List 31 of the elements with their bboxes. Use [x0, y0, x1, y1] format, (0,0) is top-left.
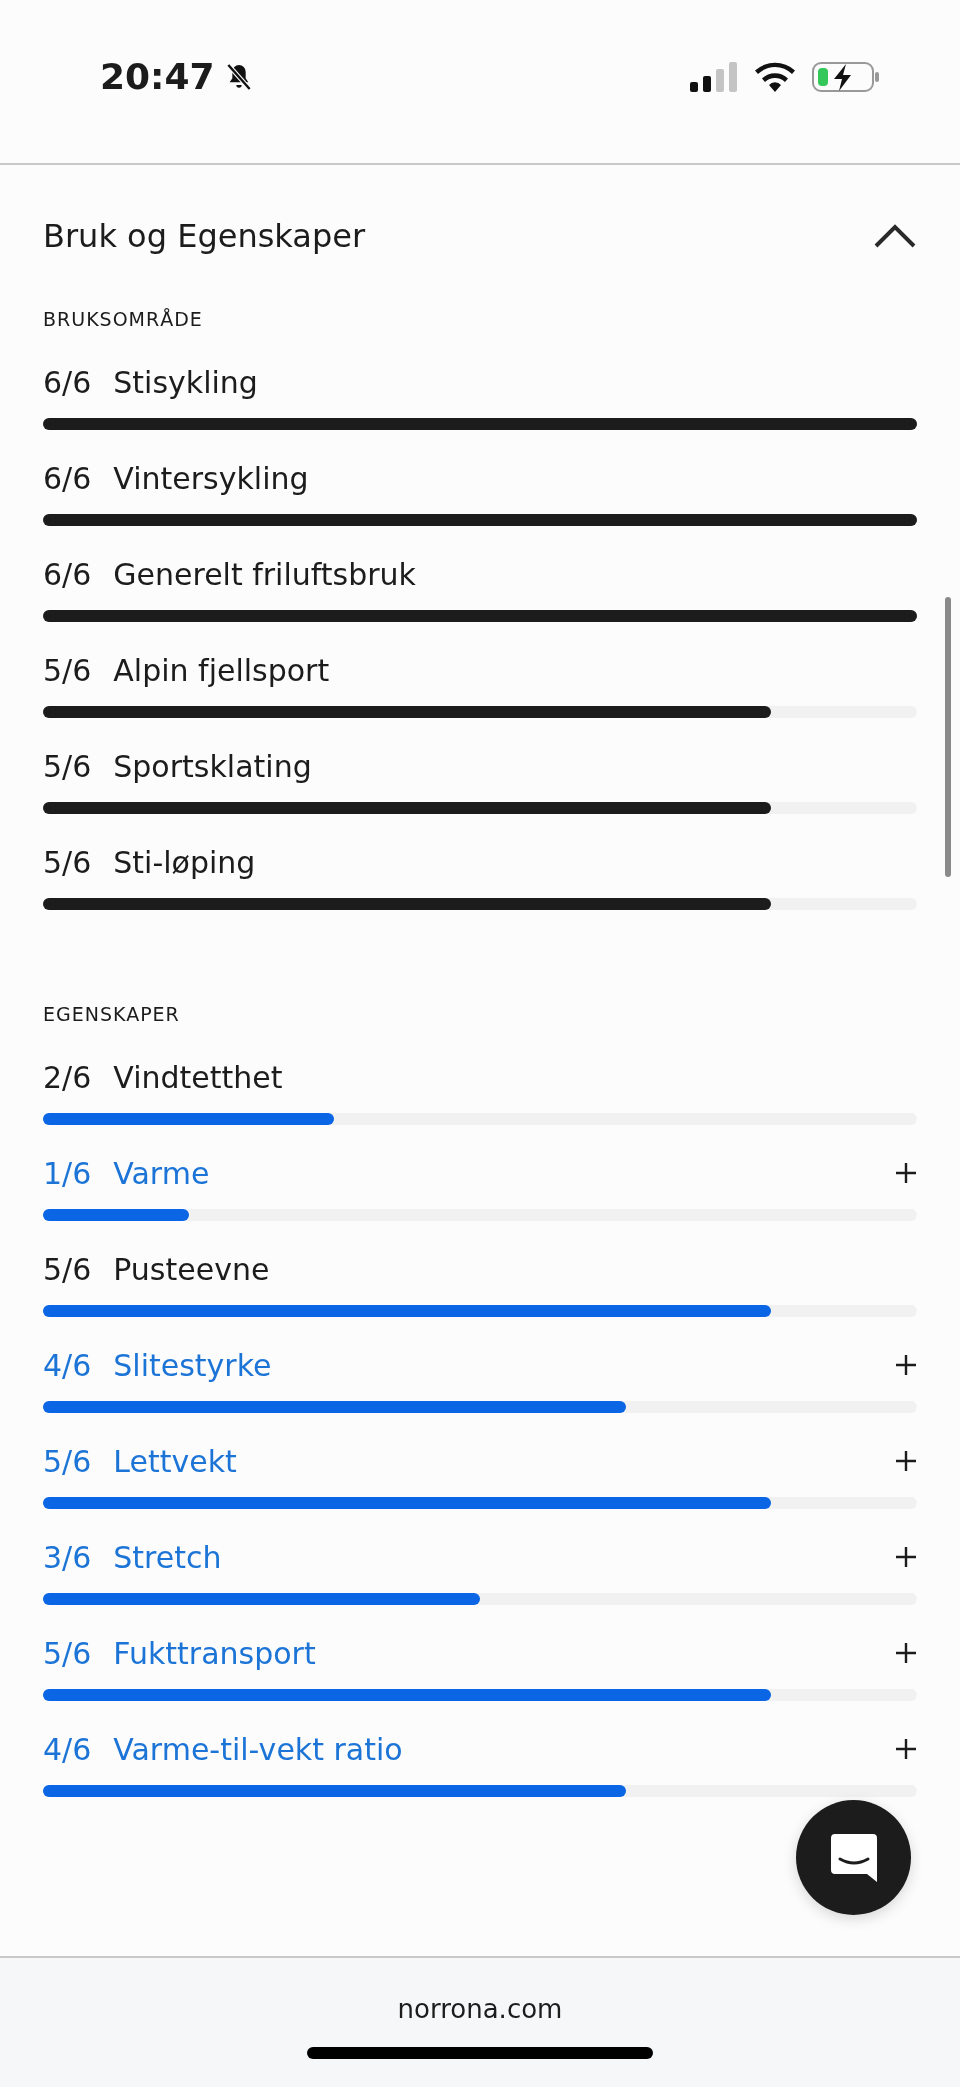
plus-icon[interactable]: [895, 1354, 917, 1376]
plus-icon[interactable]: [895, 1642, 917, 1664]
rating-label: 5/6 Alpin fjellsport: [43, 651, 330, 690]
rating-label: 6/6 Generelt friluftsbruk: [43, 555, 416, 594]
rating-label[interactable]: 5/6 Fukttransport: [43, 1630, 316, 1676]
rating-label: 5/6 Sportsklating: [43, 747, 312, 786]
section-heading: BRUKSOMRÅDE: [42, 307, 204, 331]
panel-title: Bruk og Egenskaper: [43, 216, 366, 257]
rating-label[interactable]: 4/6 Varme-til-vekt ratio: [43, 1726, 403, 1772]
signal-icon: [690, 61, 738, 92]
accordion-header[interactable]: Bruk og Egenskaper: [0, 165, 960, 307]
chat-bubble-icon: [830, 1833, 877, 1882]
rating-label[interactable]: 4/6 Slitestyrke: [43, 1342, 272, 1388]
plus-icon[interactable]: [895, 1738, 917, 1760]
address-bar-url[interactable]: norrona.com: [397, 1990, 563, 2029]
rating-label: 5/6 Sti-løping: [43, 843, 256, 882]
chevron-up-icon[interactable]: [873, 223, 917, 249]
rating-label: 6/6 Stisykling: [43, 363, 258, 402]
plus-icon[interactable]: [895, 1162, 917, 1184]
battery-charging-icon: [812, 60, 880, 93]
status-time: 20:47: [100, 54, 215, 99]
rating-label[interactable]: 5/6 Lettvekt: [43, 1438, 237, 1484]
wifi-icon: [754, 61, 796, 92]
rating-label[interactable]: 3/6 Stretch: [43, 1534, 222, 1580]
section-heading: EGENSKAPER: [42, 1002, 181, 1026]
rating-label: 6/6 Vintersykling: [43, 459, 309, 498]
plus-icon[interactable]: [895, 1450, 917, 1472]
rating-label[interactable]: 1/6 Varme: [43, 1150, 210, 1196]
rating-label: 2/6 Vindtetthet: [43, 1058, 283, 1097]
plus-icon[interactable]: [895, 1546, 917, 1568]
rating-label: 5/6 Pusteevne: [43, 1250, 270, 1289]
